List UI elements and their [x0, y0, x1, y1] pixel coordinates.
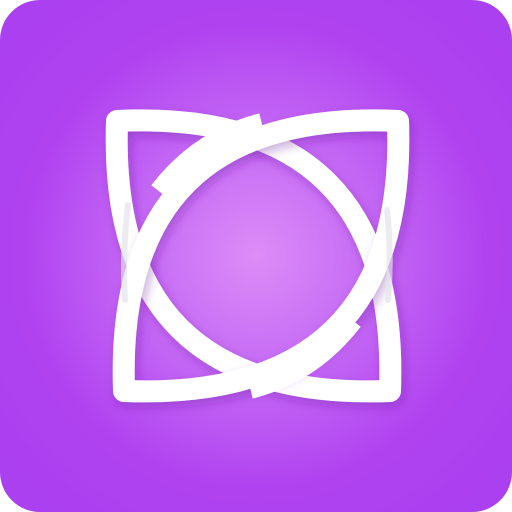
logo-crossing-lower: [247, 313, 361, 399]
logo-shade-right: [384, 207, 393, 303]
interlocked-logo-icon: [105, 109, 410, 403]
logo-loop-top-right: [112, 109, 410, 403]
app-icon-tile: [0, 0, 512, 512]
logo-crossing-upper: [151, 113, 265, 199]
logo-loop-top-left: [105, 109, 402, 403]
